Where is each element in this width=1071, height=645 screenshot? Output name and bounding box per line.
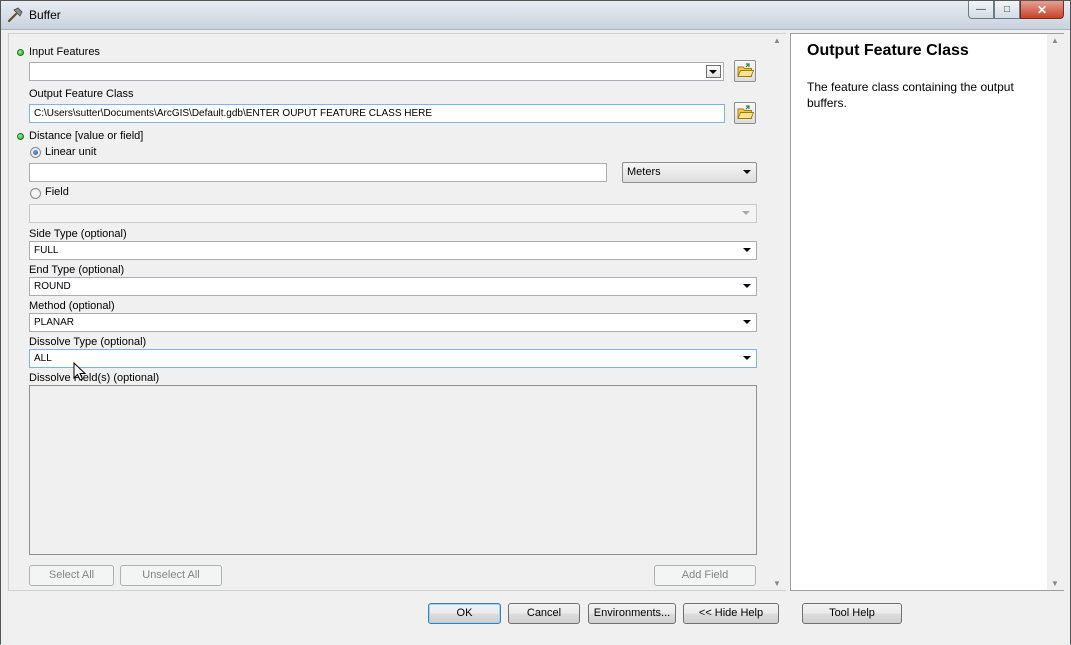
- input-features-combobox[interactable]: [29, 62, 724, 81]
- select-all-button[interactable]: Select All: [29, 565, 114, 586]
- cancel-button[interactable]: Cancel: [508, 603, 580, 624]
- help-scrollbar[interactable]: ▲ ▼: [1047, 34, 1064, 590]
- hammer-icon: [7, 7, 23, 23]
- dissolve-type-label: Dissolve Type (optional): [29, 336, 147, 348]
- input-features-dropdown-button[interactable]: [706, 65, 721, 78]
- ok-button[interactable]: OK: [428, 603, 501, 624]
- maximize-button[interactable]: □: [994, 1, 1020, 19]
- side-type-value: FULL: [34, 245, 59, 256]
- add-field-button[interactable]: Add Field: [654, 565, 756, 586]
- dissolve-type-value: ALL: [34, 353, 52, 364]
- parameters-scrollbar[interactable]: ▲ ▼: [769, 34, 786, 590]
- maximize-icon: □: [1003, 4, 1011, 15]
- method-value: PLANAR: [34, 317, 75, 328]
- field-select: [29, 204, 757, 223]
- side-type-select[interactable]: FULL: [29, 241, 757, 260]
- required-indicator-icon: [17, 49, 24, 56]
- scroll-up-icon[interactable]: ▲: [1051, 36, 1059, 45]
- help-title: Output Feature Class: [807, 42, 969, 59]
- unselect-all-button[interactable]: Unselect All: [120, 565, 222, 586]
- parameters-pane: Input Features Output Feature Class C:\U…: [8, 33, 786, 591]
- chevron-down-icon: [742, 211, 750, 215]
- browse-output-button[interactable]: [734, 102, 756, 124]
- folder-open-icon: [737, 105, 755, 119]
- scroll-down-icon[interactable]: ▼: [1051, 579, 1059, 588]
- unit-select[interactable]: Meters: [622, 162, 757, 183]
- window-title: Buffer: [29, 8, 61, 22]
- close-icon: ✕: [1036, 2, 1048, 17]
- dissolve-fields-list[interactable]: [29, 385, 757, 555]
- side-type-label: Side Type (optional): [29, 228, 127, 240]
- distance-label: Distance [value or field]: [29, 130, 144, 142]
- required-indicator-icon: [17, 133, 24, 140]
- browse-input-button[interactable]: [734, 60, 756, 82]
- linear-unit-label: Linear unit: [45, 146, 97, 158]
- environments-button[interactable]: Environments...: [588, 603, 676, 624]
- chevron-down-icon: [743, 284, 751, 288]
- help-pane: Output Feature Class The feature class c…: [790, 33, 1064, 591]
- end-type-select[interactable]: ROUND: [29, 277, 757, 296]
- close-button[interactable]: ✕: [1020, 1, 1064, 19]
- scroll-up-icon[interactable]: ▲: [773, 36, 781, 45]
- linear-unit-radio[interactable]: [30, 147, 41, 158]
- chevron-down-icon: [743, 170, 751, 174]
- chevron-down-icon: [709, 70, 717, 74]
- mouse-cursor-icon: [73, 362, 87, 381]
- field-radio[interactable]: [30, 188, 41, 199]
- chevron-down-icon: [743, 320, 751, 324]
- hide-help-button[interactable]: << Hide Help: [683, 603, 779, 624]
- field-label: Field: [45, 186, 69, 198]
- minimize-button[interactable]: —: [968, 1, 994, 19]
- minimize-icon: —: [976, 4, 986, 15]
- dissolve-type-select[interactable]: ALL: [29, 349, 757, 368]
- unit-value: Meters: [627, 166, 661, 178]
- chevron-down-icon: [743, 248, 751, 252]
- help-description: The feature class containing the output …: [807, 80, 1014, 110]
- tool-help-button[interactable]: Tool Help: [802, 603, 902, 624]
- output-feature-class-label: Output Feature Class: [29, 88, 134, 100]
- output-feature-class-input[interactable]: C:\Users\sutter\Documents\ArcGIS\Default…: [29, 104, 725, 123]
- linear-unit-input[interactable]: [29, 163, 607, 182]
- buffer-dialog: Buffer — □ ✕ Input Features Output Featu…: [0, 0, 1071, 645]
- input-features-label: Input Features: [29, 46, 100, 58]
- scroll-down-icon[interactable]: ▼: [773, 579, 781, 588]
- method-label: Method (optional): [29, 300, 115, 312]
- method-select[interactable]: PLANAR: [29, 313, 757, 332]
- end-type-value: ROUND: [34, 281, 71, 292]
- folder-open-icon: [737, 63, 755, 77]
- dialog-button-bar: OK Cancel Environments... << Hide Help T…: [1, 593, 1070, 645]
- title-bar[interactable]: Buffer — □ ✕: [1, 1, 1070, 30]
- chevron-down-icon: [743, 356, 751, 360]
- dissolve-fields-label: Dissolve Field(s) (optional): [29, 372, 160, 384]
- end-type-label: End Type (optional): [29, 264, 125, 276]
